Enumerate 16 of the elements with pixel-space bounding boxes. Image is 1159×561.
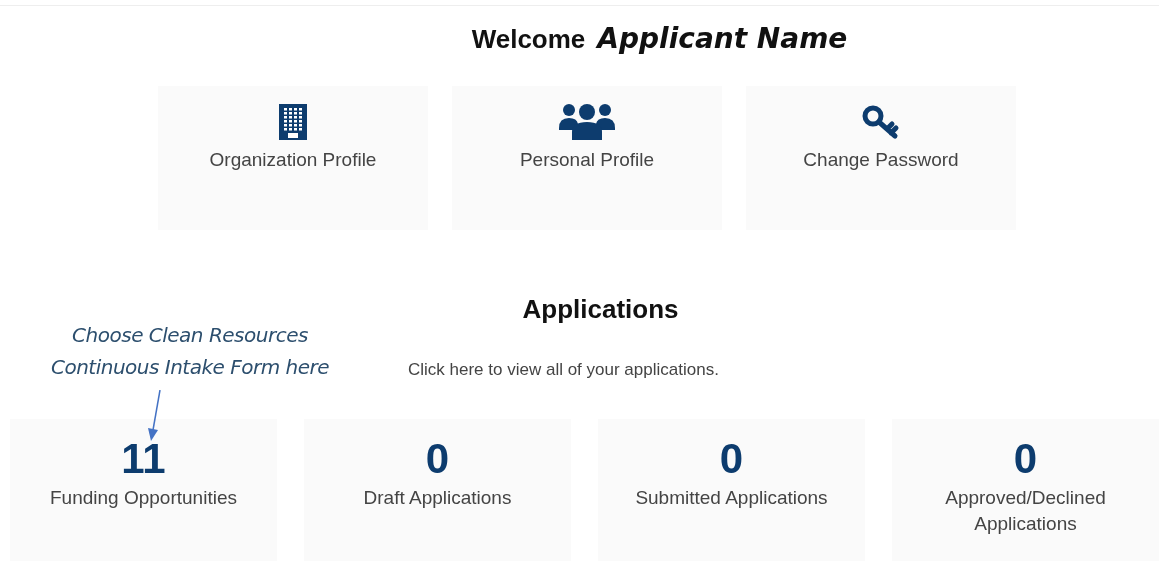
applicant-name: Applicant Name [597,21,848,57]
welcome-text: Welcome [471,23,586,56]
annotation-text: Continuous Intake Form here [50,354,329,381]
stat-card[interactable]: 11 Funding Opportunities [10,419,277,561]
profile-card[interactable]: Personal Profile [452,86,722,230]
view-applications-link[interactable]: Click here to view all of your applications. [408,360,719,379]
applications-title: Applications [522,293,679,326]
key-icon [861,104,901,140]
profile-card[interactable]: Organization Profile [158,86,428,230]
stat-card[interactable]: 0 Draft Applications [304,419,571,561]
annotation-text: Choose Clean Resources [72,322,308,349]
stat-card[interactable]: 0 Submitted Applications [598,419,865,561]
people-icon [559,102,615,140]
building-icon [279,104,307,140]
stat-card[interactable]: 0 Approved/Declined Applications [892,419,1159,561]
profile-card[interactable]: Change Password [746,86,1016,230]
